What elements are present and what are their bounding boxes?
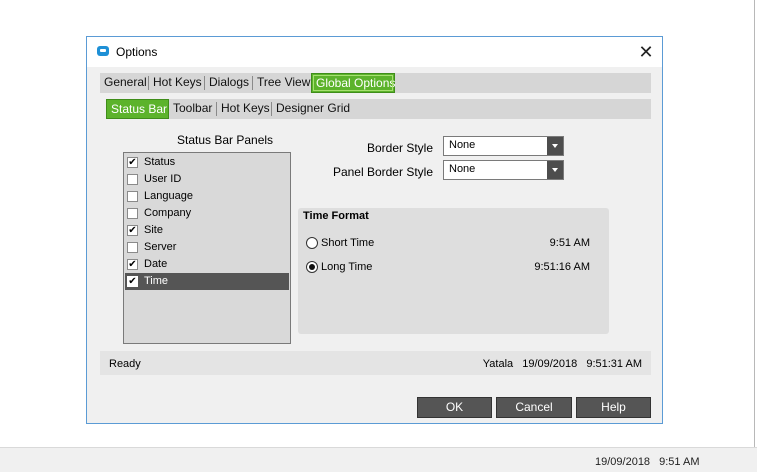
status-site: Yatala [482,358,514,370]
tab-toolbar[interactable]: Toolbar [169,99,217,119]
status-info: Yatala 19/09/2018 9:51:31 AM [477,358,642,370]
long-time-example: 9:51:16 AM [534,261,590,273]
checkbox-date[interactable]: ✔ [127,259,138,270]
dialog-title: Options [116,45,158,59]
panel-item-site[interactable]: ✔ Site [125,222,289,239]
background-window-edge [754,0,755,447]
panel-item-label: User ID [144,173,182,185]
cancel-button[interactable]: Cancel [496,397,572,418]
tab-dialogs[interactable]: Dialogs [205,73,253,93]
chevron-down-icon[interactable] [547,161,563,179]
tab-status-bar[interactable]: Status Bar [106,99,169,119]
checkbox-status[interactable]: ✔ [127,157,138,168]
border-style-value: None [449,139,476,151]
close-icon[interactable]: ✕ [632,39,660,65]
border-style-dropdown[interactable]: None [443,136,564,156]
panel-item-company[interactable]: Company [125,205,289,222]
tab-global-options[interactable]: Global Options [311,73,395,93]
tab-general[interactable]: General [100,73,149,93]
panel-item-label: Site [144,224,163,236]
help-button[interactable]: Help [576,397,651,418]
panel-item-label: Language [144,190,193,202]
taskbar-date: 19/09/2018 [595,456,651,468]
panel-item-time[interactable]: ✔ Time [125,273,289,290]
panel-border-style-label: Panel Border Style [332,165,433,179]
tab-tree-view[interactable]: Tree View [253,73,311,93]
long-time-option[interactable]: Long Time 9:51:16 AM [306,259,602,277]
panel-item-label: Time [144,275,169,287]
panel-border-style-value: None [449,163,476,175]
short-time-option[interactable]: Short Time 9:51 AM [306,235,602,253]
taskbar: 19/09/2018 9:51 AM [0,447,757,472]
status-time: 9:51:31 AM [586,358,642,370]
panel-item-server[interactable]: Server [125,239,289,256]
taskbar-clock[interactable]: 19/09/2018 9:51 AM [595,456,705,468]
taskbar-time: 9:51 AM [659,456,700,468]
tab-hot-keys[interactable]: Hot Keys [149,73,205,93]
tab-designer-grid[interactable]: Designer Grid [272,99,354,119]
time-format-title: Time Format [303,210,369,222]
main-tab-bar: General Hot Keys Dialogs Tree View Globa… [100,73,651,93]
checkbox-company[interactable] [127,208,138,219]
checkbox-time[interactable]: ✔ [127,276,138,287]
app-icon [97,46,109,56]
status-text: Ready [109,358,141,370]
panel-item-label: Server [144,241,177,253]
time-format-group: Time Format Short Time 9:51 AM Long Time… [298,208,609,334]
border-style-label: Border Style [366,141,433,155]
panel-item-status[interactable]: ✔ Status [125,154,289,171]
status-date: 19/09/2018 [522,358,578,370]
panel-item-label: Date [144,258,168,270]
short-time-label: Short Time [321,237,375,249]
panel-item-label: Company [144,207,192,219]
options-dialog: Options ✕ General Hot Keys Dialogs Tree … [86,36,663,424]
short-time-radio[interactable] [306,237,318,249]
status-bar-panels-heading: Status Bar Panels [177,133,274,147]
long-time-radio[interactable] [306,261,318,273]
chevron-down-icon[interactable] [547,137,563,155]
panel-item-user-id[interactable]: User ID [125,171,289,188]
tab-sub-hot-keys[interactable]: Hot Keys [217,99,272,119]
panel-item-language[interactable]: Language [125,188,289,205]
checkbox-language[interactable] [127,191,138,202]
checkbox-site[interactable]: ✔ [127,225,138,236]
checkbox-user-id[interactable] [127,174,138,185]
panel-item-label: Status [144,156,176,168]
long-time-label: Long Time [321,261,373,273]
ok-button[interactable]: OK [417,397,492,418]
panel-border-style-dropdown[interactable]: None [443,160,564,180]
sub-tab-bar: Status Bar Toolbar Hot Keys Designer Gri… [106,99,651,119]
title-bar[interactable]: Options ✕ [87,37,662,67]
short-time-example: 9:51 AM [549,237,590,249]
panel-item-date[interactable]: ✔ Date [125,256,289,273]
checkbox-server[interactable] [127,242,138,253]
status-bar-preview: Ready Yatala 19/09/2018 9:51:31 AM [100,351,651,375]
status-bar-panels-list[interactable]: ✔ Status User ID Language Company ✔ Site… [123,152,291,344]
